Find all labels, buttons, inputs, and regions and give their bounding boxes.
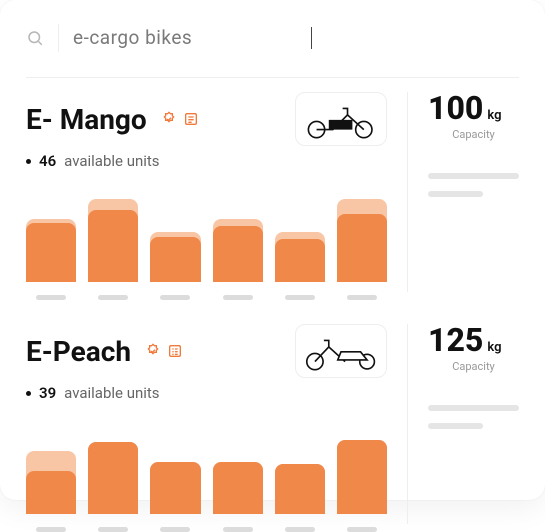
capacity-unit: kg [487, 340, 501, 355]
available-label: available units [64, 152, 159, 170]
search-divider [58, 24, 59, 52]
product-title: E-Peach [26, 335, 131, 368]
product-badges [145, 343, 183, 359]
availability-row: 46 available units [26, 152, 387, 170]
bar [26, 424, 76, 524]
bar [213, 192, 263, 292]
bar [88, 424, 138, 524]
bar [275, 192, 325, 292]
capacity-unit: kg [487, 108, 501, 123]
bar [337, 424, 387, 524]
search-bar [26, 22, 519, 53]
capacity-value: 125 [428, 324, 483, 356]
divider [26, 77, 519, 78]
cargo-bike-icon [300, 329, 382, 373]
list-icon [167, 343, 183, 359]
search-input[interactable] [73, 22, 313, 53]
bar [337, 192, 387, 292]
spec-icon [183, 111, 199, 127]
capacity-value: 100 [428, 92, 483, 124]
capacity-label: Capacity [428, 360, 519, 373]
placeholder-line [428, 423, 483, 429]
product-title: E- Mango [26, 103, 147, 136]
available-count: 39 [39, 384, 56, 402]
bar [88, 192, 138, 292]
search-icon [26, 29, 44, 47]
availability-row: 39 available units [26, 384, 387, 402]
placeholder-line [428, 191, 483, 197]
usage-bar-chart [26, 192, 387, 292]
product-card-mango: E- Mango [26, 92, 519, 292]
verified-icon [145, 343, 161, 359]
product-card-peach: E-Peach [26, 324, 519, 524]
placeholder-line [428, 405, 519, 411]
verified-icon [161, 111, 177, 127]
capacity-panel: 100 kg Capacity [407, 92, 519, 292]
cargo-bike-icon [300, 97, 382, 141]
text-cursor [311, 27, 312, 49]
results-card: E- Mango [0, 0, 545, 500]
product-thumbnail[interactable] [295, 92, 387, 146]
bullet-icon [26, 159, 31, 164]
bar [150, 192, 200, 292]
product-thumbnail[interactable] [295, 324, 387, 378]
bullet-icon [26, 391, 31, 396]
capacity-panel: 125 kg Capacity [407, 324, 519, 524]
capacity-label: Capacity [428, 128, 519, 141]
placeholder-line [428, 173, 519, 179]
usage-bar-chart [26, 424, 387, 524]
bar [275, 424, 325, 524]
available-label: available units [64, 384, 159, 402]
bar [26, 192, 76, 292]
bar [213, 424, 263, 524]
bar [150, 424, 200, 524]
product-badges [161, 111, 199, 127]
available-count: 46 [39, 152, 56, 170]
